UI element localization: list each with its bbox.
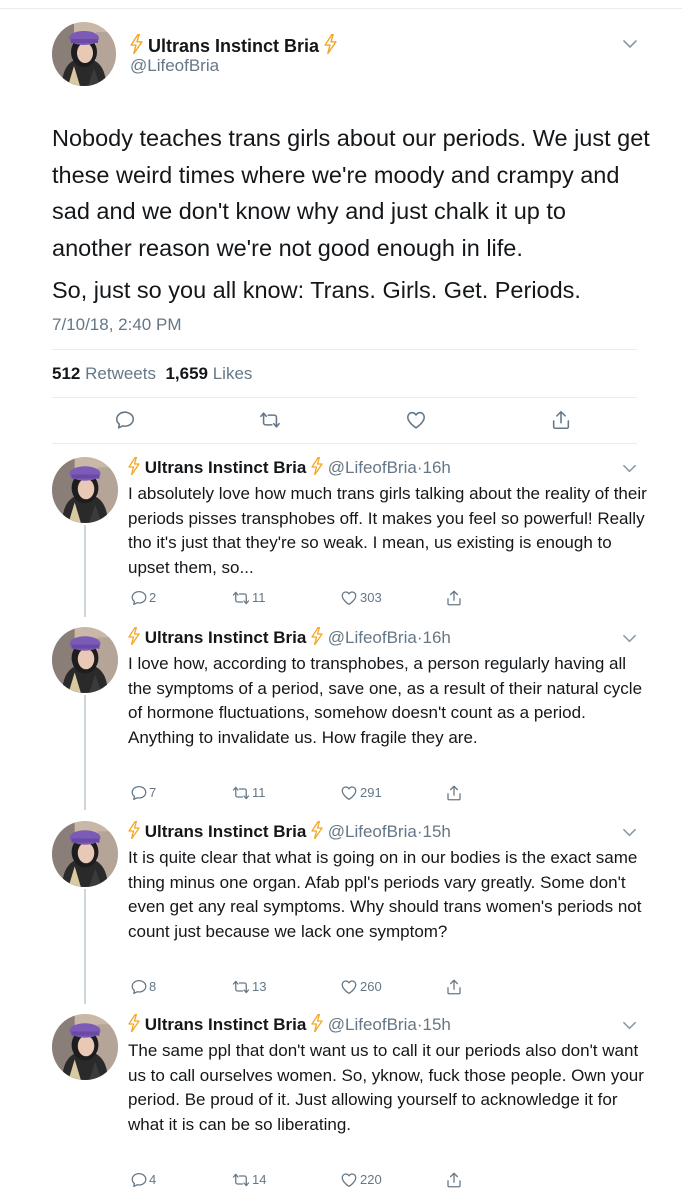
heart-icon[interactable] — [340, 978, 358, 996]
reply-actions: 7 11 291 — [0, 784, 682, 804]
share-icon[interactable] — [550, 409, 572, 431]
tweet-text-2: So, just so you all know: Trans. Girls. … — [52, 277, 581, 303]
like-count: 303 — [360, 590, 382, 605]
display-name-text: Ultrans Instinct Bria — [148, 36, 320, 56]
reply-time[interactable]: 15h — [423, 822, 451, 841]
chevron-down-icon[interactable] — [622, 827, 637, 838]
reply-header: Ultrans Instinct Bria @LifeofBria·15h — [128, 1014, 451, 1036]
share-icon[interactable] — [445, 589, 463, 607]
avatar[interactable] — [52, 1014, 118, 1080]
divider — [52, 443, 637, 444]
share-icon[interactable] — [445, 1171, 463, 1189]
retweet-icon[interactable] — [232, 589, 250, 607]
user-handle[interactable]: @LifeofBria — [130, 56, 219, 76]
reply-bubble-icon[interactable] — [130, 978, 148, 996]
likes-count: 1,659 — [165, 364, 208, 383]
likes-label: Likes — [212, 364, 253, 383]
lightning-bolt-icon — [128, 457, 140, 475]
user-handle[interactable]: @LifeofBria — [328, 458, 417, 477]
share-icon[interactable] — [445, 978, 463, 996]
heart-icon[interactable] — [340, 784, 358, 802]
lightning-bolt-icon — [311, 1014, 323, 1032]
reply-time[interactable]: 16h — [423, 628, 451, 647]
retweet-icon[interactable] — [232, 1171, 250, 1189]
reply-text: The same ppl that don't want us to call … — [128, 1041, 644, 1134]
tweet-timestamp[interactable]: 7/10/18, 2:40 PM — [52, 314, 181, 336]
reply-header: Ultrans Instinct Bria @LifeofBria·15h — [128, 821, 451, 843]
chevron-down-icon[interactable] — [622, 38, 638, 50]
display-name[interactable]: Ultrans Instinct Bria — [145, 1015, 307, 1034]
retweet-count: 14 — [252, 1172, 267, 1187]
reply-text: It is quite clear that what is going on … — [128, 848, 642, 941]
like-count: 291 — [360, 785, 382, 800]
reply-header: Ultrans Instinct Bria @LifeofBria·16h — [128, 457, 451, 479]
reply-actions: 4 14 220 — [0, 1171, 682, 1191]
reply-tweet: Ultrans Instinct Bria @LifeofBria·15h It… — [0, 821, 682, 1004]
display-name[interactable]: Ultrans Instinct Bria — [145, 822, 307, 841]
top-divider — [0, 8, 682, 9]
retweets-label: Retweets — [85, 364, 156, 383]
reply-header: Ultrans Instinct Bria @LifeofBria·16h — [128, 627, 451, 649]
display-name[interactable]: Ultrans Instinct Bria — [145, 458, 307, 477]
reply-tweet: Ultrans Instinct Bria @LifeofBria·16h I … — [0, 627, 682, 810]
retweet-count: 11 — [252, 785, 266, 800]
heart-icon[interactable] — [405, 409, 427, 431]
lightning-bolt-icon — [128, 1014, 140, 1032]
heart-icon[interactable] — [340, 1171, 358, 1189]
lightning-bolt-icon — [311, 457, 323, 475]
retweet-icon[interactable] — [259, 409, 281, 431]
retweet-count: 13 — [252, 979, 267, 994]
reply-time[interactable]: 16h — [423, 458, 451, 477]
reply-text: I absolutely love how much trans girls t… — [128, 484, 647, 577]
user-handle[interactable]: @LifeofBria — [328, 1015, 417, 1034]
reply-bubble-icon[interactable] — [130, 784, 148, 802]
reply-bubble-icon[interactable] — [130, 589, 148, 607]
avatar[interactable] — [52, 457, 118, 523]
reply-count: 4 — [149, 1172, 157, 1187]
retweet-icon[interactable] — [232, 784, 250, 802]
avatar[interactable] — [52, 22, 116, 86]
display-name[interactable]: Ultrans Instinct Bria — [130, 34, 337, 57]
reply-tweet: Ultrans Instinct Bria @LifeofBria·15h Th… — [0, 1014, 682, 1194]
lightning-bolt-icon — [128, 821, 140, 839]
avatar[interactable] — [52, 821, 118, 887]
chevron-down-icon[interactable] — [622, 463, 637, 474]
reply-bubble-icon[interactable] — [130, 1171, 148, 1189]
reply-bubble-icon[interactable] — [114, 409, 136, 431]
reply-time[interactable]: 15h — [423, 1015, 451, 1034]
user-handle[interactable]: @LifeofBria — [328, 822, 417, 841]
avatar[interactable] — [52, 627, 118, 693]
user-handle[interactable]: @LifeofBria — [328, 628, 417, 647]
share-icon[interactable] — [445, 784, 463, 802]
reply-actions: 2 11 303 — [0, 589, 682, 609]
retweets-stat[interactable]: 512 Retweets — [52, 364, 156, 383]
retweet-count: 11 — [252, 590, 266, 605]
tweet-text: Nobody teaches trans girls about our per… — [52, 125, 650, 261]
heart-icon[interactable] — [340, 589, 358, 607]
lightning-bolt-icon — [324, 34, 337, 54]
likes-stat[interactable]: 1,659 Likes — [165, 364, 252, 383]
chevron-down-icon[interactable] — [622, 1020, 637, 1031]
retweet-icon[interactable] — [232, 978, 250, 996]
reply-count: 8 — [149, 979, 157, 994]
reply-count: 7 — [149, 785, 157, 800]
reply-actions: 8 13 260 — [0, 978, 682, 998]
retweets-count: 512 — [52, 364, 81, 383]
lightning-bolt-icon — [128, 627, 140, 645]
divider — [52, 349, 637, 350]
like-count: 260 — [360, 979, 382, 994]
like-count: 220 — [360, 1172, 382, 1187]
reply-tweet: Ultrans Instinct Bria @LifeofBria·16h I … — [0, 457, 682, 617]
chevron-down-icon[interactable] — [622, 633, 637, 644]
display-name[interactable]: Ultrans Instinct Bria — [145, 628, 307, 647]
engagement-stats: 512 Retweets 1,659 Likes — [52, 363, 252, 385]
divider — [52, 397, 637, 398]
reply-text: I love how, according to transphobes, a … — [128, 654, 643, 747]
lightning-bolt-icon — [311, 627, 323, 645]
lightning-bolt-icon — [311, 821, 323, 839]
reply-count: 2 — [149, 590, 157, 605]
lightning-bolt-icon — [130, 34, 143, 54]
